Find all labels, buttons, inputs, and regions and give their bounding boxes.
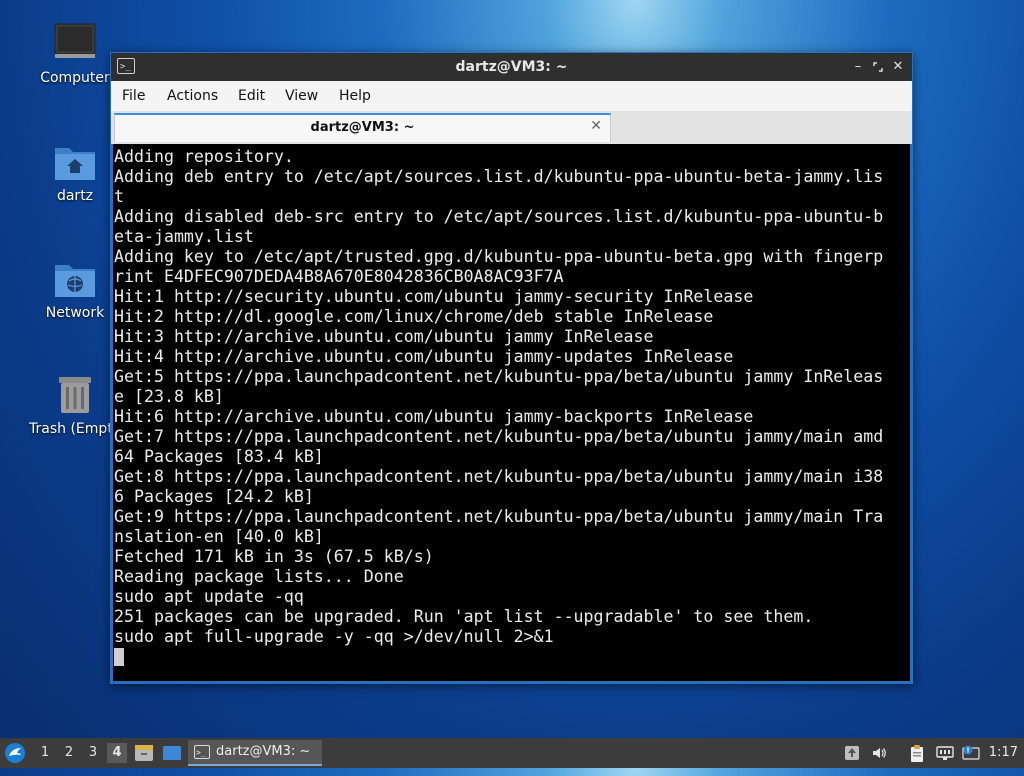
volume-icon[interactable] [871, 745, 887, 761]
workspace-1[interactable]: 1 [35, 743, 55, 763]
taskbar-window-terminal[interactable]: >_ dartz@VM3: ~ [188, 740, 322, 766]
desktop-icon-label: Trash (Empt [29, 421, 113, 437]
start-menu-button[interactable] [4, 738, 28, 768]
terminal-line: sudo apt update -qq [114, 587, 304, 606]
menu-view[interactable]: View [285, 88, 318, 104]
network-folder-icon [53, 257, 97, 301]
window-title: dartz@VM3: ~ [455, 59, 568, 75]
terminal-cursor [114, 648, 124, 666]
terminal-line: Hit:6 http://archive.ubuntu.com/ubuntu j… [114, 407, 754, 426]
file-manager-launcher[interactable] [134, 738, 156, 768]
terminal-line: Adding key to /etc/apt/trusted.gpg.d/kub… [114, 247, 884, 266]
terminal-line: t [114, 187, 124, 206]
desktop-icon-label: dartz [56, 188, 94, 204]
window-titlebar[interactable]: >_ dartz@VM3: ~ – ✕ [111, 53, 912, 81]
tab-bar: dartz@VM3: ~ ✕ [111, 111, 912, 144]
trash-icon [53, 373, 97, 417]
terminal-line: 64 Packages [83.4 kB] [114, 447, 324, 466]
menu-edit[interactable]: Edit [238, 88, 265, 104]
terminal-icon: >_ [194, 745, 210, 759]
terminal-line: Hit:3 http://archive.ubuntu.com/ubuntu j… [114, 327, 654, 346]
terminal-line: Hit:1 http://security.ubuntu.com/ubuntu … [114, 287, 754, 306]
home-folder-icon [53, 140, 97, 184]
terminal-line: Get:7 https://ppa.launchpadcontent.net/k… [114, 427, 884, 446]
terminal-lines: Adding repository. Adding deb entry to /… [114, 147, 883, 667]
network-tray-icon[interactable] [936, 745, 954, 761]
clipboard-icon[interactable] [909, 745, 925, 762]
terminal-window: >_ dartz@VM3: ~ – ✕ File Actions Edit Vi… [110, 52, 913, 684]
show-desktop-launcher[interactable] [162, 738, 184, 768]
tab-close-icon[interactable]: ✕ [590, 118, 602, 134]
workspace-2[interactable]: 2 [59, 743, 79, 763]
desktop-icon-home[interactable]: dartz [27, 140, 123, 204]
desktop-icon-computer[interactable]: Computer [27, 22, 123, 86]
minimize-icon[interactable]: – [850, 58, 866, 76]
taskbar-window-label: dartz@VM3: ~ [216, 744, 311, 759]
update-notifier-icon[interactable] [844, 745, 860, 761]
desktop-icon-label: Network [45, 305, 105, 321]
desktop-icon-trash[interactable]: Trash (Empt [27, 373, 123, 437]
terminal-tab[interactable]: dartz@VM3: ~ ✕ [114, 113, 611, 142]
terminal-line: Adding repository. [114, 147, 294, 166]
terminal-line: rint E4DFEC907DEDA4B8A670E8042836CB0A8AC… [114, 267, 564, 286]
desktop-icon [163, 746, 181, 760]
tab-label: dartz@VM3: ~ [310, 120, 415, 135]
terminal-line: Adding disabled deb-src entry to /etc/ap… [114, 207, 884, 226]
notification-icon[interactable] [962, 745, 980, 761]
terminal-line: Fetched 171 kB in 3s (67.5 kB/s) [114, 547, 434, 566]
terminal-line: Get:8 https://ppa.launchpadcontent.net/k… [114, 467, 884, 486]
lubuntu-logo-icon [5, 743, 25, 763]
terminal-line: Hit:2 http://dl.google.com/linux/chrome/… [114, 307, 714, 326]
desktop-icon-label: Computer [40, 70, 110, 86]
terminal-line: 251 packages can be upgraded. Run 'apt l… [114, 607, 814, 626]
terminal-line: Adding deb entry to /etc/apt/sources.lis… [114, 167, 884, 186]
terminal-line: eta-jammy.list [114, 227, 254, 246]
terminal-prompt-line [114, 647, 883, 667]
terminal-line: Reading package lists... Done [114, 567, 404, 586]
taskbar-clock[interactable]: 1:17 [989, 738, 1018, 768]
terminal-line: 6 Packages [24.2 kB] [114, 487, 314, 506]
workspace-3[interactable]: 3 [83, 743, 103, 763]
taskbar: 1 2 3 4 >_ dartz@VM3: ~ 1:17 [0, 738, 1024, 768]
menu-help[interactable]: Help [339, 88, 371, 104]
drawer-icon [135, 745, 153, 761]
computer-icon [53, 22, 97, 66]
terminal-line: Hit:4 http://archive.ubuntu.com/ubuntu j… [114, 347, 734, 366]
terminal-line: Get:5 https://ppa.launchpadcontent.net/k… [114, 367, 884, 386]
maximize-icon[interactable] [870, 58, 886, 76]
terminal-line: nslation-en [40.0 kB] [114, 527, 324, 546]
menu-bar: File Actions Edit View Help [111, 81, 912, 112]
terminal-output[interactable]: Adding repository. Adding deb entry to /… [113, 144, 910, 681]
terminal-line: e [23.8 kB] [114, 387, 224, 406]
terminal-line: sudo apt full-upgrade -y -qq >/dev/null … [114, 627, 554, 646]
menu-file[interactable]: File [122, 88, 145, 104]
workspace-4[interactable]: 4 [107, 743, 127, 763]
menu-actions[interactable]: Actions [167, 88, 218, 104]
desktop-icon-network[interactable]: Network [27, 257, 123, 321]
close-icon[interactable]: ✕ [890, 58, 906, 76]
terminal-line: Get:9 https://ppa.launchpadcontent.net/k… [114, 507, 884, 526]
